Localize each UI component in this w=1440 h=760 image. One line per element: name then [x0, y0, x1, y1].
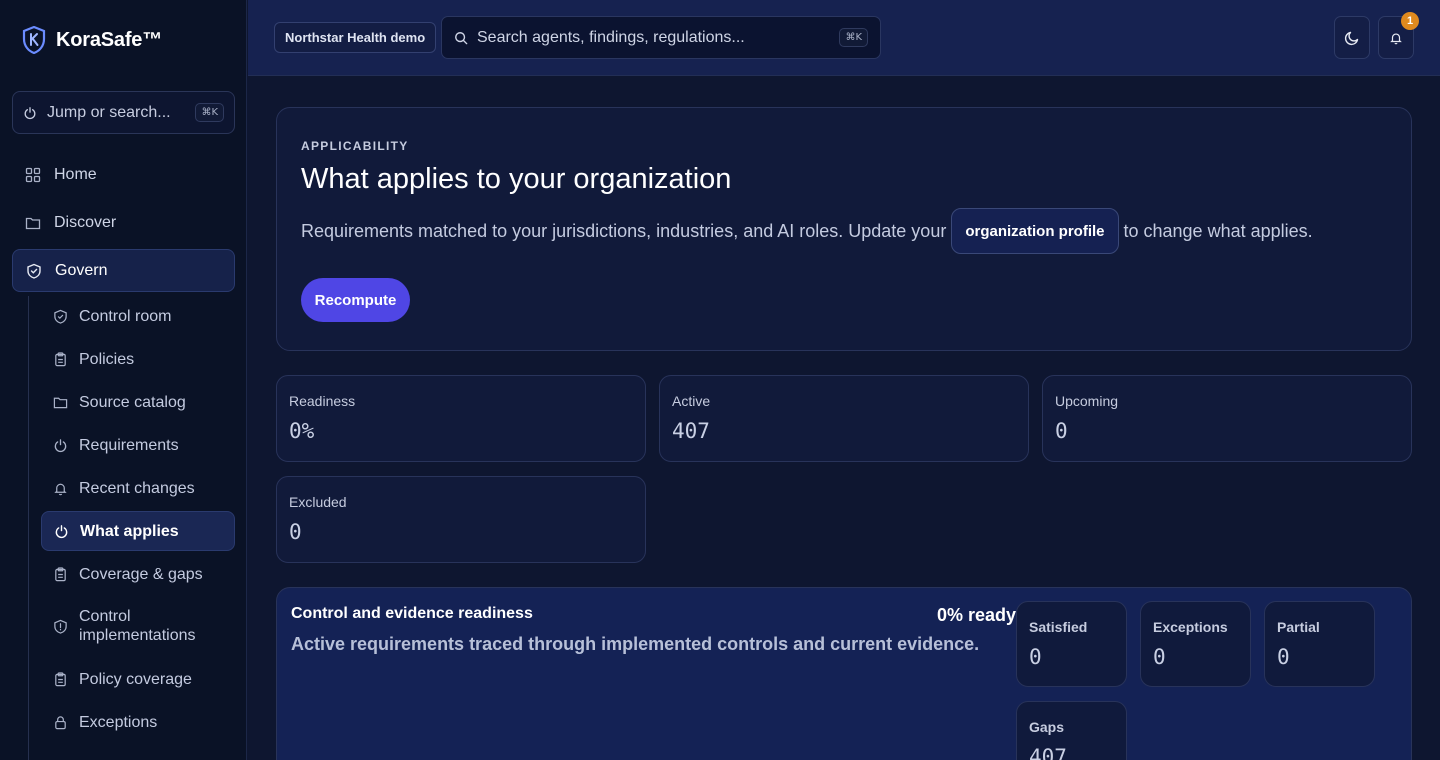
search-icon — [454, 31, 468, 45]
sidebar-subitem-control-implementations[interactable]: Control implementations — [41, 603, 235, 649]
description-text: Requirements matched to your jurisdictio… — [301, 220, 947, 241]
notification-badge: 1 — [1401, 12, 1419, 30]
theme-toggle-button[interactable] — [1334, 16, 1370, 59]
clipboard-icon — [53, 566, 68, 582]
grid-icon — [25, 167, 41, 183]
jump-search[interactable]: Jump or search... ⌘K — [12, 91, 235, 134]
shield-icon — [53, 619, 68, 634]
mini-value: 0 — [1029, 645, 1042, 669]
notifications-button[interactable]: 1 — [1378, 12, 1419, 59]
search-input[interactable]: Search agents, findings, regulations... — [477, 29, 830, 47]
sidebar-subitem-coverage-gaps[interactable]: Coverage & gaps — [41, 554, 235, 594]
sidebar-subitem-label: Coverage & gaps — [79, 565, 203, 583]
sidebar-subitem-control-room[interactable]: Control room — [41, 296, 235, 336]
stat-label: Upcoming — [1055, 393, 1119, 409]
sidebar-subitem-policies[interactable]: Policies — [41, 339, 235, 379]
sidebar-subitem-label: Exceptions — [79, 713, 158, 731]
sidebar-item-label: Govern — [55, 261, 108, 279]
folder-icon — [53, 395, 68, 410]
mini-label: Satisfied — [1029, 619, 1088, 635]
shield-icon — [53, 309, 68, 324]
lock-icon — [53, 715, 68, 730]
stat-label: Active — [672, 393, 711, 409]
stat-value: 407 — [672, 419, 710, 443]
moon-icon — [1344, 30, 1360, 46]
sidebar-item-govern[interactable]: Govern — [12, 249, 235, 292]
brand-name: KoraSafe™ — [56, 28, 163, 51]
sidebar: KoraSafe™ Jump or search... ⌘K Home Disc… — [0, 0, 247, 760]
power-icon — [53, 438, 68, 453]
mini-value: 0 — [1277, 645, 1290, 669]
sidebar-subitem-requirements[interactable]: Requirements — [41, 425, 235, 465]
readiness-card-satisfied: Satisfied 0 — [1016, 601, 1127, 687]
sidebar-subitem-policy-coverage[interactable]: Policy coverage — [41, 659, 235, 699]
stat-label: Readiness — [289, 393, 356, 409]
stat-label: Excluded — [289, 494, 347, 510]
stat-value: 0% — [289, 419, 315, 443]
section-eyebrow: APPLICABILITY — [301, 139, 409, 153]
readiness-percent: 0% ready — [937, 605, 1017, 625]
bell-icon — [1389, 31, 1403, 45]
sidebar-subitem-label: What applies — [80, 522, 179, 540]
sidebar-item-discover[interactable]: Discover — [12, 201, 235, 244]
hero-description: Requirements matched to your jurisdictio… — [301, 208, 1313, 254]
sidebar-subitem-label: Control implementations — [79, 608, 196, 644]
shield-icon — [26, 263, 42, 279]
global-search[interactable]: Search agents, findings, regulations... … — [441, 16, 881, 59]
control-evidence-readiness: Control and evidence readiness Active re… — [276, 587, 1412, 760]
jump-search-placeholder: Jump or search... — [47, 103, 171, 121]
bell-icon — [53, 481, 68, 496]
mini-label: Gaps — [1029, 719, 1065, 735]
mini-value: 407 — [1029, 745, 1067, 760]
top-bar: Northstar Health demo Search agents, fin… — [248, 0, 1440, 76]
sidebar-subitem-label: Policies — [79, 350, 135, 368]
stat-value: 0 — [1055, 419, 1068, 443]
stat-card-excluded: Excluded 0 — [276, 476, 646, 563]
sidebar-item-label: Discover — [54, 213, 117, 231]
readiness-title: Control and evidence readiness — [291, 605, 533, 622]
sidebar-item-home[interactable]: Home — [12, 153, 235, 196]
mini-label: Partial — [1277, 619, 1320, 635]
folder-icon — [25, 215, 41, 231]
shield-logo-icon — [22, 26, 46, 54]
sidebar-subitem-recent-changes[interactable]: Recent changes — [41, 468, 235, 508]
sidebar-subitem-label: Control room — [79, 307, 172, 325]
mini-label: Exceptions — [1153, 619, 1228, 635]
readiness-subtitle: Active requirements traced through imple… — [291, 634, 980, 654]
jump-shortcut: ⌘K — [195, 103, 224, 122]
stat-card-readiness: Readiness 0% — [276, 375, 646, 462]
stat-card-active: Active 407 — [659, 375, 1029, 462]
sidebar-subitem-label: Source catalog — [79, 393, 186, 411]
clipboard-icon — [53, 671, 68, 687]
sidebar-subitem-label: Recent changes — [79, 479, 195, 497]
organization-profile-link[interactable]: organization profile — [951, 208, 1119, 254]
recompute-button[interactable]: Recompute — [301, 278, 410, 322]
sidebar-subitem-exceptions[interactable]: Exceptions — [41, 702, 235, 742]
stat-card-upcoming: Upcoming 0 — [1042, 375, 1412, 462]
readiness-card-partial: Partial 0 — [1264, 601, 1375, 687]
readiness-card-gaps: Gaps 407 — [1016, 701, 1127, 760]
page-title: What applies to your organization — [301, 163, 732, 195]
sidebar-subitem-source-catalog[interactable]: Source catalog — [41, 382, 235, 422]
mini-value: 0 — [1153, 645, 1166, 669]
search-shortcut: ⌘K — [839, 28, 868, 47]
brand[interactable]: KoraSafe™ — [22, 26, 162, 54]
power-icon — [23, 106, 37, 120]
sidebar-item-label: Home — [54, 165, 97, 183]
sidebar-subitem-label: Requirements — [79, 436, 179, 454]
submenu-divider — [28, 296, 29, 760]
applicability-hero: APPLICABILITY What applies to your organ… — [276, 107, 1412, 351]
stat-value: 0 — [289, 520, 302, 544]
clipboard-icon — [53, 351, 68, 367]
org-switcher[interactable]: Northstar Health demo — [274, 22, 437, 53]
power-icon — [54, 524, 69, 539]
readiness-card-exceptions: Exceptions 0 — [1140, 601, 1251, 687]
description-text-end: to change what applies. — [1123, 220, 1313, 241]
sidebar-subitem-label: Policy coverage — [79, 670, 192, 688]
sidebar-subitem-what-applies[interactable]: What applies — [41, 511, 235, 551]
